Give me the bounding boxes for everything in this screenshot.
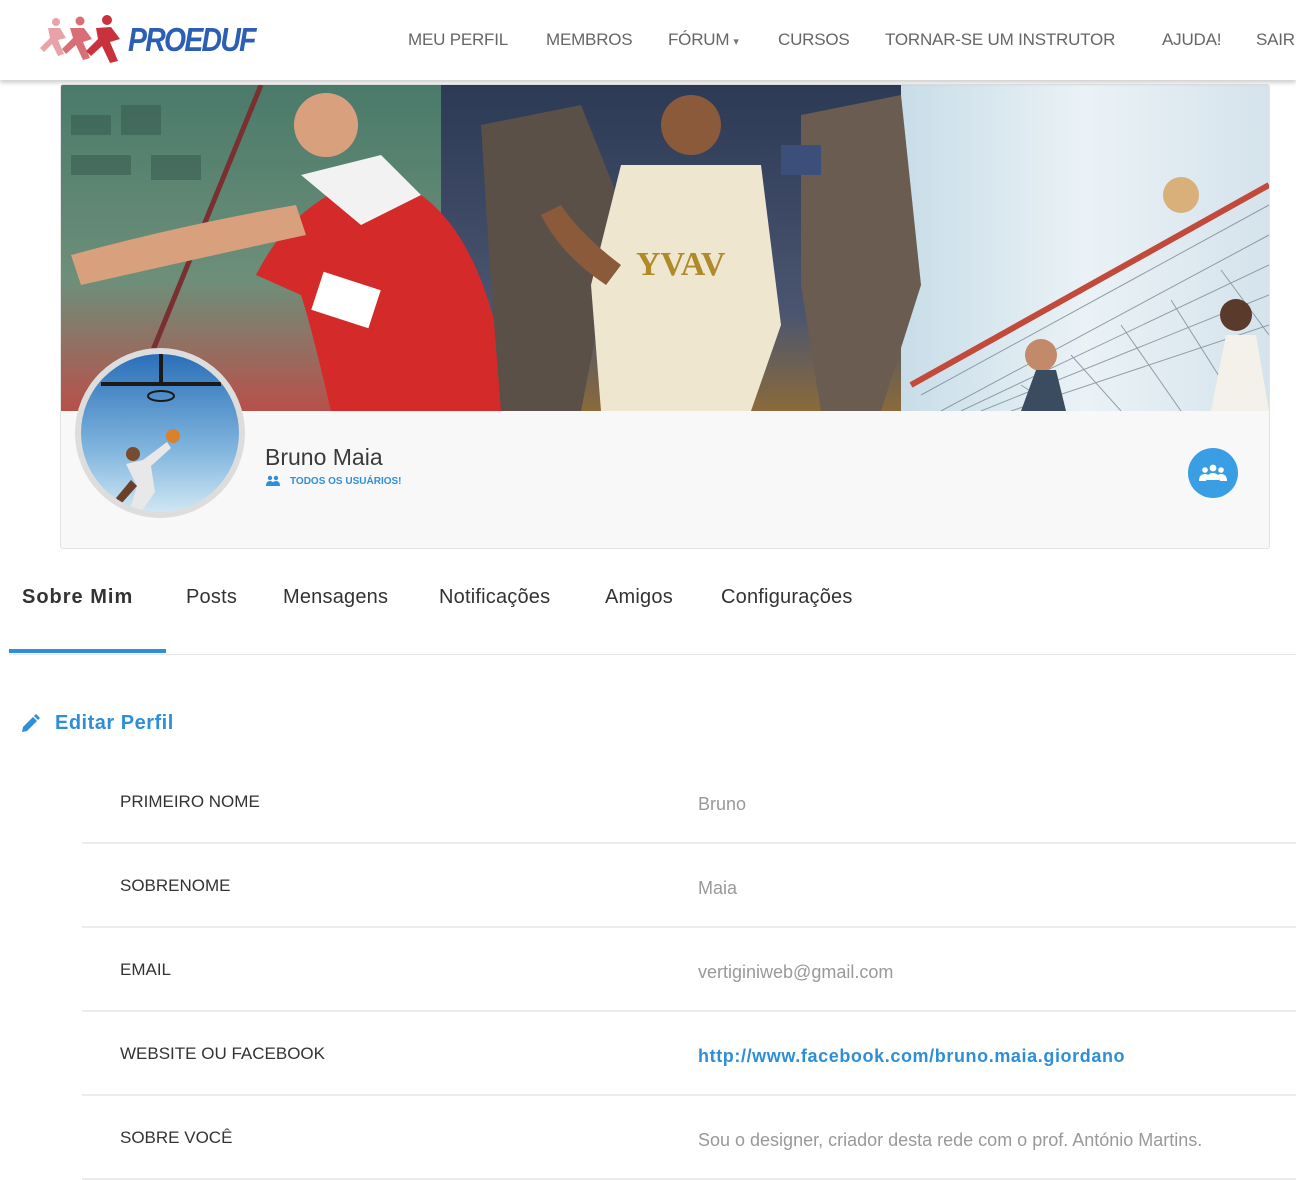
nav-forum[interactable]: FÓRUM ▾ [668,30,739,50]
group-icon [1199,464,1227,481]
nav-membros[interactable]: MEMBROS [546,30,633,50]
profile-name: Bruno Maia [265,444,383,470]
field-row: SOBRE VOCÊ Sou o designer, criador desta… [82,1096,1296,1180]
field-label: PRIMEIRO NOME [120,792,260,811]
facebook-link[interactable]: http://www.facebook.com/bruno.maia.giord… [698,1046,1125,1067]
nav-cursos[interactable]: CURSOS [778,30,850,50]
avatar[interactable] [75,348,245,518]
tab-configuracoes[interactable]: Configurações [721,586,853,609]
chevron-down-icon: ▾ [733,36,739,48]
profile-tabs: Sobre Mim Posts Mensagens Notificações A… [9,578,1296,655]
field-value: vertiginiweb@gmail.com [698,962,894,982]
profile-fields: PRIMEIRO NOME Bruno SOBRENOME Maia EMAIL… [82,760,1296,1180]
top-navigation-bar: PROEDUF MEU PERFIL MEMBROS FÓRUM ▾ CURSOS… [0,0,1296,80]
field-value: Bruno [698,794,747,814]
edit-profile-label: Editar Perfil [55,712,174,734]
group-button[interactable] [1188,448,1238,498]
nav-tornar-se-instrutor[interactable]: TORNAR-SE UM INSTRUTOR [885,30,1115,50]
field-label: EMAIL [120,960,172,979]
field-row: SOBRENOME Maia [82,844,1296,928]
field-label: SOBRE VOCÊ [120,1128,233,1147]
profile-header-card: YVAV [60,84,1270,549]
profile-role-label: TODOS OS USUÁRIOS! [290,475,402,487]
nav-sair[interactable]: SAIR [1256,30,1295,50]
field-label: SOBRENOME [120,876,231,895]
tab-amigos[interactable]: Amigos [605,586,673,609]
tab-posts[interactable]: Posts [186,586,237,609]
svg-text:YVAV: YVAV [636,246,726,283]
nav-ajuda[interactable]: AJUDA! [1162,30,1221,50]
nav-meu-perfil[interactable]: MEU PERFIL [408,30,508,50]
pencil-icon [22,713,40,732]
users-icon [266,475,280,486]
field-value: Maia [698,878,738,898]
main-menu: MEU PERFIL MEMBROS FÓRUM ▾ CURSOS TORNAR-… [0,30,1296,52]
field-row: WEBSITE OU FACEBOOK http://www.facebook.… [82,1012,1296,1096]
field-row: PRIMEIRO NOME Bruno [82,760,1296,844]
field-value: Sou o designer, criador desta rede com o… [698,1130,1203,1150]
active-tab-indicator [9,649,166,653]
cover-photo: YVAV [61,85,1269,411]
nav-forum-label: FÓRUM [668,30,730,49]
field-label: WEBSITE OU FACEBOOK [120,1044,325,1063]
tab-mensagens[interactable]: Mensagens [283,586,388,609]
edit-profile-link[interactable]: Editar Perfil [20,712,174,735]
profile-role[interactable]: TODOS OS USUÁRIOS! [266,475,402,487]
avatar-photo [81,354,239,512]
field-row: EMAIL vertiginiweb@gmail.com [82,928,1296,1012]
tab-notificacoes[interactable]: Notificações [439,586,550,609]
tab-sobre-mim[interactable]: Sobre Mim [22,586,133,609]
